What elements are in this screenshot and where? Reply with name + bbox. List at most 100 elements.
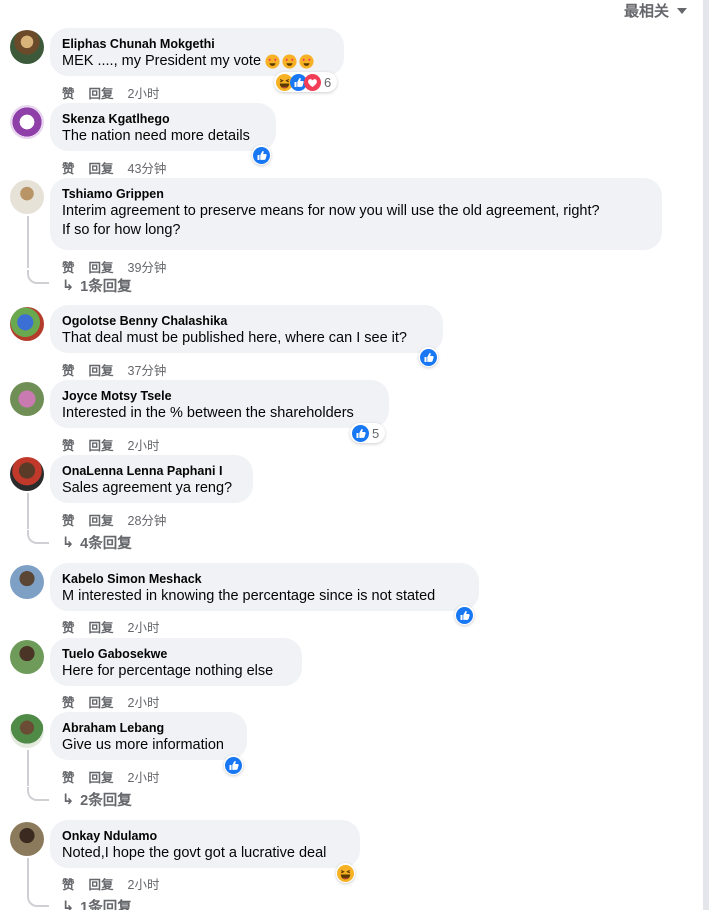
comment-actions: 赞 回复 43分钟 xyxy=(62,158,166,177)
avatar[interactable] xyxy=(10,30,44,64)
comment-text: MEK ...., my President my vote xyxy=(62,53,262,69)
comment-text: Interested in the % between the sharehol… xyxy=(62,405,354,421)
reply-button[interactable]: 回复 xyxy=(89,83,114,102)
timestamp[interactable]: 2小时 xyxy=(128,874,160,893)
comment-text-line-2: If so for how long? xyxy=(62,222,181,238)
heart-eyes-emoji-icon xyxy=(265,54,314,69)
caret-down-icon xyxy=(677,8,687,14)
comment-actions: 赞 回复 28分钟 xyxy=(62,510,166,529)
avatar[interactable] xyxy=(10,822,44,856)
like-reaction-icon xyxy=(352,424,369,442)
reaction-summary[interactable] xyxy=(224,755,243,775)
reply-button[interactable]: 回复 xyxy=(89,510,114,529)
comment-bubble: Joyce Motsy Tsele Interested in the % be… xyxy=(50,380,389,428)
comment-bubble: Onkay Ndulamo Noted,I hope the govt got … xyxy=(50,820,360,868)
reply-button[interactable]: 回复 xyxy=(89,692,114,711)
comment-author[interactable]: Onkay Ndulamo xyxy=(62,828,348,844)
comment-actions: 赞 回复 2小时 xyxy=(62,692,159,711)
reply-button[interactable]: 回复 xyxy=(89,617,114,636)
like-button[interactable]: 赞 xyxy=(62,360,75,379)
comment-author[interactable]: Eliphas Chunah Mokgethi xyxy=(62,36,332,52)
timestamp[interactable]: 2小时 xyxy=(128,83,160,102)
view-replies-button[interactable]: ↳ 1条回复 xyxy=(62,275,132,296)
view-replies-button[interactable]: ↳ 4条回复 xyxy=(62,532,132,553)
reaction-count: 5 xyxy=(372,425,380,441)
thread-line xyxy=(27,216,29,268)
comment-text: That deal must be published here, where … xyxy=(62,330,407,346)
comment-author[interactable]: Tuelo Gabosekwe xyxy=(62,646,290,662)
like-reaction-icon xyxy=(420,348,437,366)
like-button[interactable]: 赞 xyxy=(62,435,75,454)
timestamp[interactable]: 2小时 xyxy=(128,617,160,636)
reaction-summary[interactable] xyxy=(419,347,438,367)
reaction-count: 6 xyxy=(324,74,332,90)
avatar[interactable] xyxy=(10,640,44,674)
avatar[interactable] xyxy=(10,565,44,599)
reply-button[interactable]: 回复 xyxy=(89,767,114,786)
thread-line xyxy=(27,858,29,894)
comment-bubble: Abraham Lebang Give us more information xyxy=(50,712,247,760)
like-button[interactable]: 赞 xyxy=(62,692,75,711)
laugh-reaction-icon xyxy=(337,864,354,882)
comment-author[interactable]: OnaLenna Lenna Paphani I xyxy=(62,463,241,479)
like-button[interactable]: 赞 xyxy=(62,617,75,636)
reply-button[interactable]: 回复 xyxy=(89,257,114,276)
comment-author[interactable]: Kabelo Simon Meshack xyxy=(62,571,467,587)
replies-count: 1条回复 xyxy=(80,900,132,910)
avatar[interactable] xyxy=(10,180,44,214)
timestamp[interactable]: 2小时 xyxy=(128,435,160,454)
avatar[interactable] xyxy=(10,105,44,139)
avatar[interactable] xyxy=(10,307,44,341)
like-button[interactable]: 赞 xyxy=(62,158,75,177)
comment-actions: 赞 回复 2小时 xyxy=(62,767,159,786)
timestamp[interactable]: 37分钟 xyxy=(128,360,167,379)
view-replies-button[interactable]: ↳ 1条回复 xyxy=(62,896,132,910)
comment-bubble: Eliphas Chunah Mokgethi MEK ...., my Pre… xyxy=(50,28,344,76)
comment-author[interactable]: Skenza Kgatlhego xyxy=(62,111,264,127)
reaction-summary[interactable]: 6 xyxy=(274,72,338,92)
timestamp[interactable]: 39分钟 xyxy=(128,257,167,276)
comment-text: Sales agreement ya reng? xyxy=(62,480,233,496)
comment-author[interactable]: Joyce Motsy Tsele xyxy=(62,388,377,404)
scrollbar-track[interactable] xyxy=(703,0,709,910)
reply-button[interactable]: 回复 xyxy=(89,435,114,454)
avatar[interactable] xyxy=(10,714,44,748)
like-reaction-icon xyxy=(253,146,270,164)
like-button[interactable]: 赞 xyxy=(62,83,75,102)
reaction-summary[interactable] xyxy=(455,605,474,625)
comment-actions: 赞 回复 2小时 xyxy=(62,617,159,636)
like-button[interactable]: 赞 xyxy=(62,510,75,529)
like-button[interactable]: 赞 xyxy=(62,874,75,893)
comment-author[interactable]: Ogolotse Benny Chalashika xyxy=(62,313,431,329)
comment-author[interactable]: Tshiamo Grippen xyxy=(62,186,650,202)
reply-arrow-icon: ↳ xyxy=(62,898,75,910)
reaction-summary[interactable] xyxy=(252,145,271,165)
timestamp[interactable]: 28分钟 xyxy=(128,510,167,529)
reaction-summary[interactable]: 5 xyxy=(350,423,386,443)
comment-text: Here for percentage nothing else xyxy=(62,663,274,679)
comment-actions: 赞 回复 37分钟 xyxy=(62,360,166,379)
replies-count: 1条回复 xyxy=(80,279,132,295)
view-replies-button[interactable]: ↳ 2条回复 xyxy=(62,789,132,810)
thread-line xyxy=(27,750,29,786)
like-button[interactable]: 赞 xyxy=(62,767,75,786)
comment-text: Give us more information xyxy=(62,737,224,753)
comment-bubble: Skenza Kgatlhego The nation need more de… xyxy=(50,103,276,151)
like-button[interactable]: 赞 xyxy=(62,257,75,276)
sort-dropdown[interactable]: 最相关 xyxy=(624,0,687,20)
reply-button[interactable]: 回复 xyxy=(89,158,114,177)
avatar[interactable] xyxy=(10,382,44,416)
like-reaction-icon xyxy=(225,756,242,774)
timestamp[interactable]: 43分钟 xyxy=(128,158,167,177)
comment-author[interactable]: Abraham Lebang xyxy=(62,720,235,736)
timestamp[interactable]: 2小时 xyxy=(128,767,160,786)
reply-button[interactable]: 回复 xyxy=(89,874,114,893)
avatar[interactable] xyxy=(10,457,44,491)
reaction-summary[interactable] xyxy=(336,863,355,883)
reply-arrow-icon: ↳ xyxy=(62,534,75,551)
timestamp[interactable]: 2小时 xyxy=(128,692,160,711)
sort-label: 最相关 xyxy=(623,2,669,20)
reply-button[interactable]: 回复 xyxy=(89,360,114,379)
comment-actions: 赞 回复 2小时 xyxy=(62,874,159,893)
thread-line xyxy=(27,787,49,801)
